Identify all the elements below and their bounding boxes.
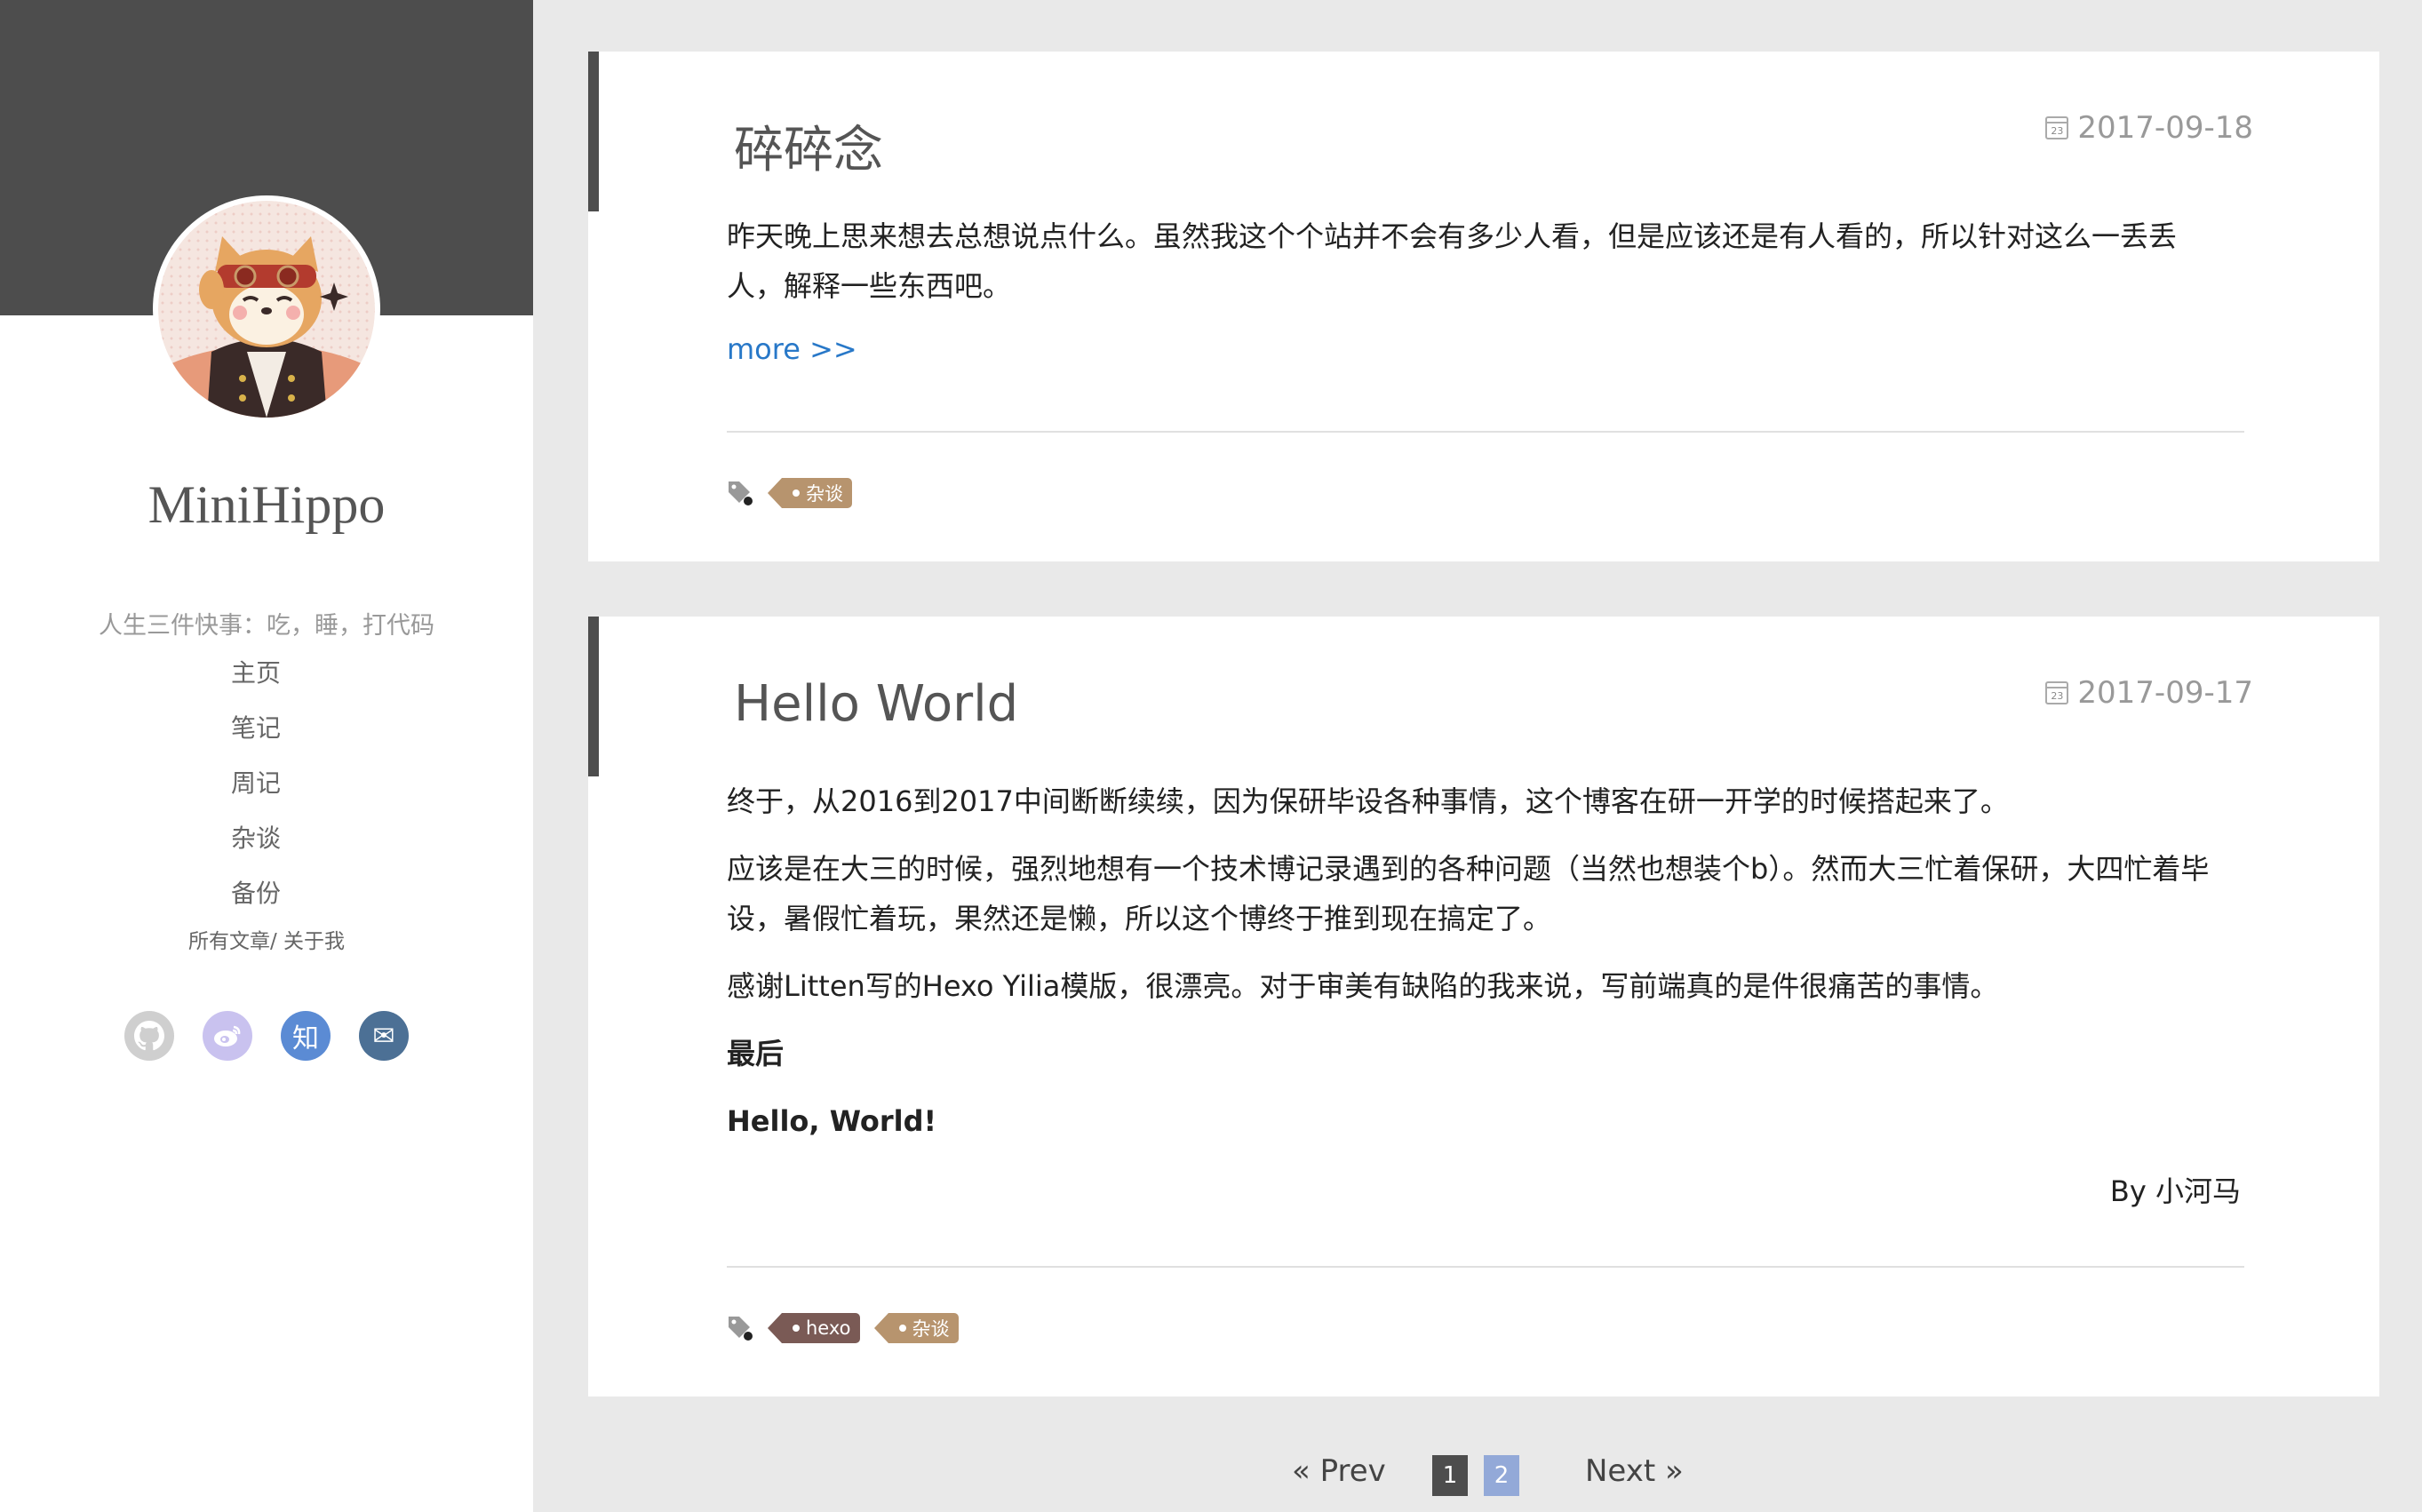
avatar[interactable] — [153, 195, 380, 423]
post-bold-line: Hello, World! — [727, 1104, 937, 1138]
post-date-text: 2017-09-18 — [2077, 110, 2253, 146]
post-date-text: 2017-09-17 — [2077, 675, 2253, 711]
zhihu-icon[interactable]: 知 — [281, 1011, 331, 1061]
about-link[interactable]: 关于我 — [283, 930, 345, 953]
post-bold-line: 最后 — [727, 1037, 785, 1070]
nav-item-misc[interactable]: 杂谈 — [0, 819, 512, 874]
github-icon[interactable] — [124, 1011, 174, 1061]
post-date: 23 2017-09-17 — [2045, 675, 2253, 711]
calendar-icon: 23 — [2045, 681, 2069, 704]
weibo-icon[interactable] — [203, 1011, 252, 1061]
post-card: 碎碎念 23 2017-09-18 昨天晚上思来想去总想说点什么。虽然我这个个站… — [588, 52, 2379, 561]
tag-icon — [727, 1315, 753, 1341]
nav-item-notes[interactable]: 笔记 — [0, 709, 512, 764]
sidebar: MiniHippo 人生三件快事：吃，睡，打代码 主页 笔记 周记 杂谈 备份 … — [0, 0, 533, 1512]
post-tags: 杂谈 — [727, 475, 852, 511]
tag-misc[interactable]: 杂谈 — [768, 478, 852, 508]
link-separator: / — [269, 930, 284, 953]
post-title[interactable]: 碎碎念 — [734, 110, 883, 182]
nav-item-weekly[interactable]: 周记 — [0, 764, 512, 819]
post-accent-bar — [588, 617, 599, 776]
post-accent-bar — [588, 52, 599, 211]
page-number-link[interactable]: 2 — [1484, 1455, 1519, 1496]
small-links: 所有文章/ 关于我 — [0, 924, 533, 954]
read-more-link[interactable]: more >> — [727, 332, 857, 366]
prev-page-link[interactable]: « Prev — [1292, 1453, 1386, 1489]
nav-item-home[interactable]: 主页 — [0, 654, 512, 709]
sidebar-nav: 主页 笔记 周记 杂谈 备份 — [0, 654, 512, 929]
tag-misc[interactable]: 杂谈 — [873, 1313, 959, 1343]
post-divider — [727, 431, 2244, 433]
tag-hexo[interactable]: hexo — [768, 1313, 860, 1343]
all-posts-link[interactable]: 所有文章 — [188, 930, 270, 953]
page-number-current: 1 — [1432, 1455, 1468, 1496]
post-paragraph: 应该是在大三的时候，强烈地想有一个技术博记录遇到的各种问题（当然也想装个b）。然… — [727, 852, 2210, 935]
calendar-icon: 23 — [2045, 116, 2069, 139]
social-links: 知 ✉ — [124, 1011, 409, 1061]
post-paragraph: 感谢Litten写的Hexo Yilia模版，很漂亮。对于审美有缺陷的我来说，写… — [727, 969, 1999, 1003]
post-paragraph: 终于，从2016到2017中间断断续续，因为保研毕设各种事情，这个博客在研一开学… — [727, 784, 2009, 818]
post-card: Hello World 23 2017-09-17 终于，从2016到2017中… — [588, 617, 2379, 1397]
nav-item-backup[interactable]: 备份 — [0, 874, 512, 929]
post-excerpt: 昨天晚上思来想去总想说点什么。虽然我这个个站并不会有多少人看，但是应该还是有人看… — [727, 219, 2178, 303]
next-page-link[interactable]: Next » — [1585, 1453, 1684, 1489]
pagination: « Prev 1 2 Next » — [0, 1453, 2422, 1498]
post-date: 23 2017-09-18 — [2045, 110, 2253, 146]
tag-icon — [727, 480, 753, 506]
post-tags: hexo 杂谈 — [727, 1310, 959, 1346]
post-divider — [727, 1266, 2244, 1268]
site-subtitle: 人生三件快事：吃，睡，打代码 — [99, 612, 434, 640]
post-byline: By 小河马 — [2109, 1174, 2241, 1208]
mail-icon[interactable]: ✉ — [359, 1011, 409, 1061]
site-title[interactable]: MiniHippo — [0, 474, 533, 536]
post-title[interactable]: Hello World — [734, 675, 1018, 733]
